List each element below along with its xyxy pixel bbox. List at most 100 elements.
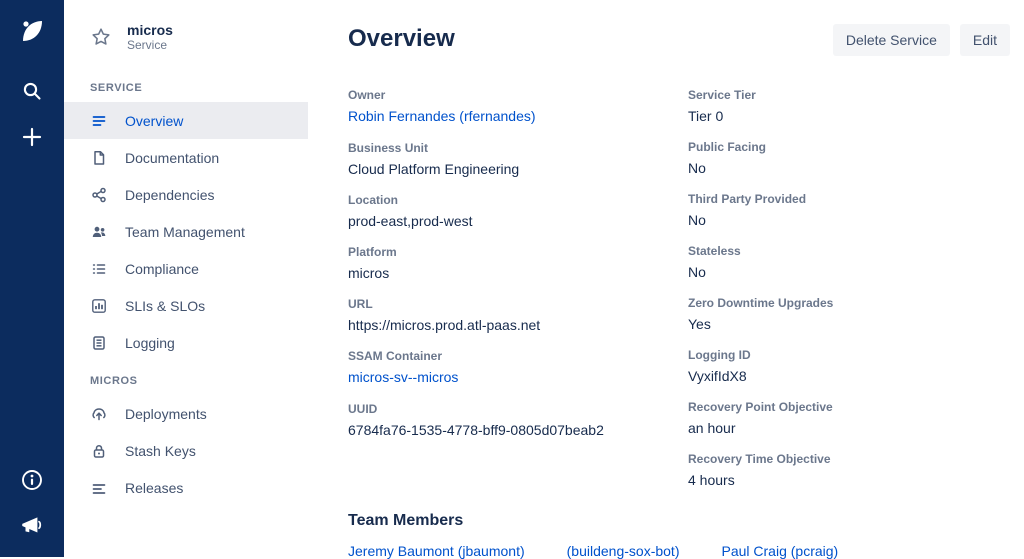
sidebar-item-label: Compliance (125, 261, 199, 277)
sidebar-item-label: Team Management (125, 224, 245, 240)
info-button[interactable] (15, 463, 49, 497)
field-label: Business Unit (348, 141, 688, 155)
bar-chart-icon (90, 298, 108, 314)
field-label: Recovery Point Objective (688, 400, 1010, 414)
app-logo-icon (15, 14, 49, 48)
fields-left-column: Owner Robin Fernandes (rfernandes) Busin… (348, 88, 688, 454)
sidebar-item-compliance[interactable]: Compliance (64, 250, 308, 287)
field-platform: Platform micros (348, 245, 688, 282)
field-url: URL https://micros.prod.atl-paas.net (348, 297, 688, 334)
field-value: https://micros.prod.atl-paas.net (348, 317, 688, 334)
favorite-star-button[interactable] (90, 26, 112, 48)
edit-button[interactable]: Edit (960, 24, 1010, 56)
service-type: Service (127, 38, 173, 52)
sidebar-item-label: Dependencies (125, 187, 215, 203)
app-logo[interactable] (15, 14, 49, 48)
releases-lines-icon (90, 480, 108, 496)
field-recovery-point-objective: Recovery Point Objective an hour (688, 400, 1010, 437)
field-value: micros (348, 265, 688, 282)
fields-right-column: Service Tier Tier 0 Public Facing No Thi… (688, 88, 1010, 504)
sidebar-item-label: Logging (125, 335, 175, 351)
create-button[interactable] (15, 120, 49, 154)
field-value: Yes (688, 316, 1010, 333)
field-value: No (688, 212, 1010, 229)
sidebar-item-label: Documentation (125, 150, 219, 166)
field-label: Platform (348, 245, 688, 259)
field-location: Location prod-east,prod-west (348, 193, 688, 230)
overview-lines-icon (90, 113, 108, 129)
service-name: micros (127, 22, 173, 38)
field-public-facing: Public Facing No (688, 140, 1010, 177)
field-zero-downtime-upgrades: Zero Downtime Upgrades Yes (688, 296, 1010, 333)
info-icon (20, 468, 44, 492)
field-third-party-provided: Third Party Provided No (688, 192, 1010, 229)
field-value: 6784fa76-1535-4778-bff9-0805d07beab2 (348, 422, 688, 439)
search-button[interactable] (15, 74, 49, 108)
sidebar-item-label: SLIs & SLOs (125, 298, 205, 314)
field-value: prod-east,prod-west (348, 213, 688, 230)
lock-icon (90, 443, 108, 459)
field-ssam-container: SSAM Container micros-sv--micros (348, 349, 688, 387)
sidebar-item-logging[interactable]: Logging (64, 324, 308, 361)
service-header: micros Service (64, 22, 308, 68)
field-label: Zero Downtime Upgrades (688, 296, 1010, 310)
service-fields: Owner Robin Fernandes (rfernandes) Busin… (348, 88, 1010, 504)
people-icon (90, 224, 108, 240)
field-value: VyxifIdX8 (688, 368, 1010, 385)
field-label: Public Facing (688, 140, 1010, 154)
sidebar-item-label: Overview (125, 113, 183, 129)
field-uuid: UUID 6784fa76-1535-4778-bff9-0805d07beab… (348, 402, 688, 439)
field-value: Tier 0 (688, 108, 1010, 125)
header-actions: Delete Service Edit (833, 24, 1010, 56)
app-rail (0, 0, 64, 557)
team-members-section: Team Members Jeremy Baumont (jbaumont) (… (348, 512, 1010, 559)
field-label: UUID (348, 402, 688, 416)
field-label: Recovery Time Objective (688, 452, 1010, 466)
field-label: Logging ID (688, 348, 1010, 362)
field-label: Location (348, 193, 688, 207)
deploy-arrow-icon (90, 406, 108, 422)
sidebar-item-dependencies[interactable]: Dependencies (64, 176, 308, 213)
field-value: Cloud Platform Engineering (348, 161, 688, 178)
page-title: Overview (348, 24, 455, 54)
page-header: Overview Delete Service Edit (348, 24, 1010, 56)
field-business-unit: Business Unit Cloud Platform Engineering (348, 141, 688, 178)
field-stateless: Stateless No (688, 244, 1010, 281)
field-owner: Owner Robin Fernandes (rfernandes) (348, 88, 688, 126)
sidebar-item-stash-keys[interactable]: Stash Keys (64, 432, 308, 469)
owner-link[interactable]: Robin Fernandes (rfernandes) (348, 108, 536, 125)
field-label: SSAM Container (348, 349, 688, 363)
delete-service-button[interactable]: Delete Service (833, 24, 950, 56)
service-sidebar: micros Service SERVICE Overview Document… (64, 0, 308, 557)
field-label: Service Tier (688, 88, 1010, 102)
field-value: 4 hours (688, 472, 1010, 489)
sidebar-section-service: SERVICE (64, 68, 308, 102)
field-label: Owner (348, 88, 688, 102)
field-recovery-time-objective: Recovery Time Objective 4 hours (688, 452, 1010, 489)
sidebar-item-documentation[interactable]: Documentation (64, 139, 308, 176)
team-members-heading: Team Members (348, 512, 1010, 530)
document-icon (90, 150, 108, 166)
field-logging-id: Logging ID VyxifIdX8 (688, 348, 1010, 385)
log-document-icon (90, 335, 108, 351)
announcements-icon (19, 513, 45, 539)
sidebar-item-label: Releases (125, 480, 183, 496)
field-value: No (688, 264, 1010, 281)
main-content: Overview Delete Service Edit Owner Robin… (308, 0, 1024, 557)
add-icon (20, 125, 44, 149)
sidebar-item-label: Deployments (125, 406, 207, 422)
field-label: Third Party Provided (688, 192, 1010, 206)
field-label: URL (348, 297, 688, 311)
sidebar-item-releases[interactable]: Releases (64, 469, 308, 506)
ssam-container-link[interactable]: micros-sv--micros (348, 369, 458, 386)
star-icon (90, 26, 112, 48)
field-value: an hour (688, 420, 1010, 437)
sidebar-item-label: Stash Keys (125, 443, 196, 459)
sidebar-item-deployments[interactable]: Deployments (64, 395, 308, 432)
sidebar-item-slis-slos[interactable]: SLIs & SLOs (64, 287, 308, 324)
announcements-button[interactable] (15, 509, 49, 543)
sidebar-item-overview[interactable]: Overview (64, 102, 308, 139)
sidebar-section-micros: MICROS (64, 361, 308, 395)
search-icon (20, 79, 44, 103)
sidebar-item-team-management[interactable]: Team Management (64, 213, 308, 250)
